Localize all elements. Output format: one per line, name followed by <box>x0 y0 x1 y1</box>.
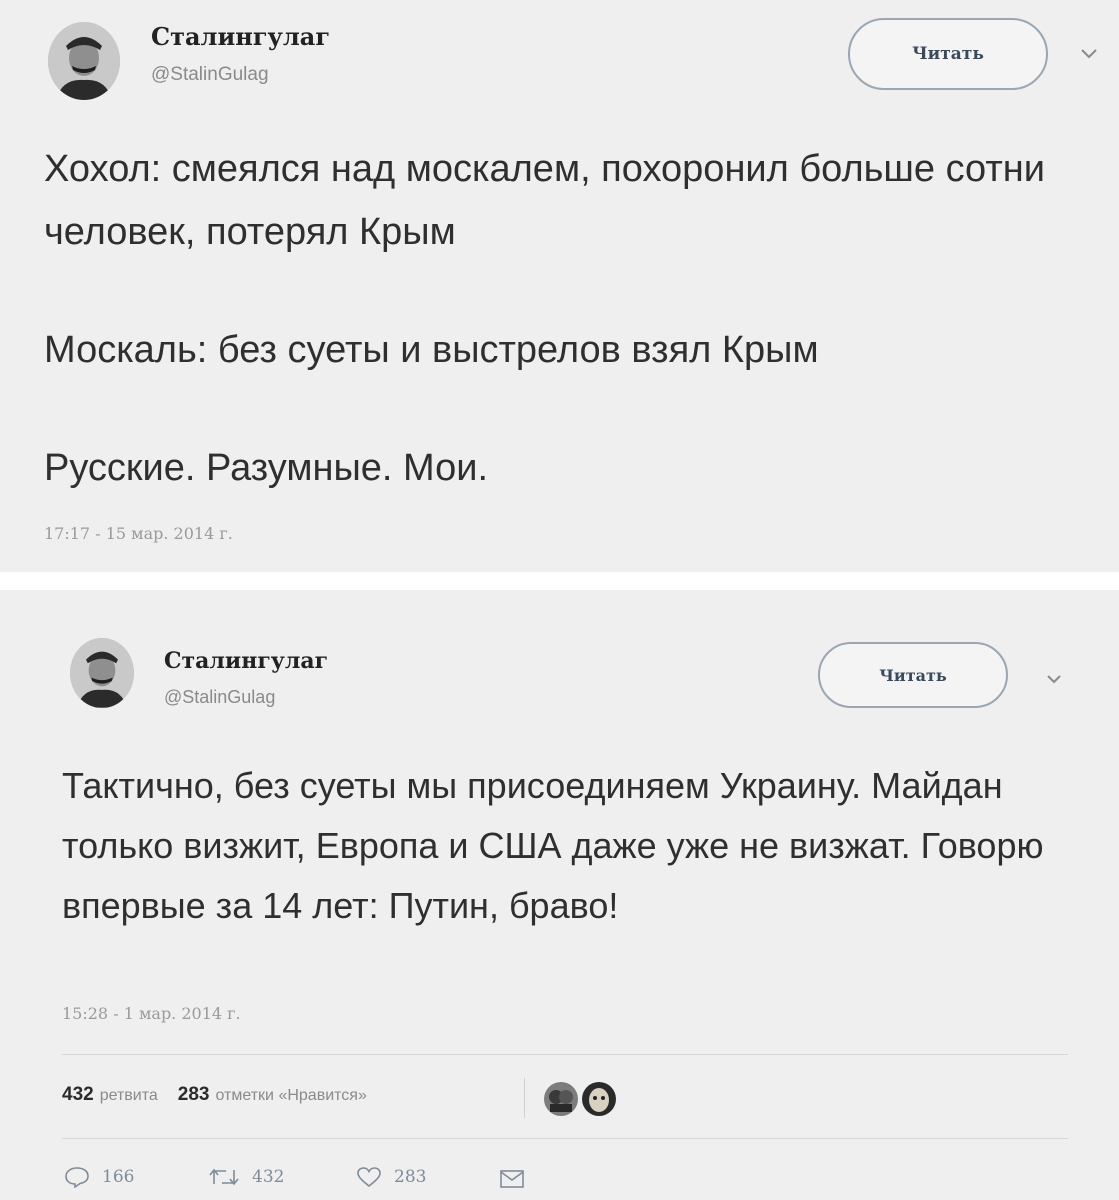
engagement-stats: 432 ретвита 283 отметки «Нравится» <box>62 1084 387 1106</box>
reply-icon <box>65 1167 89 1188</box>
retweet-action[interactable]: 432 <box>208 1166 284 1188</box>
tweet-card: Сталингулаг @StalinGulag Читать Хохол: с… <box>0 0 1119 572</box>
liker-avatar[interactable] <box>544 1082 578 1116</box>
tweet-paragraph: Русские. Разумные. Мои. <box>44 447 489 489</box>
reply-count: 166 <box>102 1167 135 1187</box>
tweet-paragraph: Москаль: без суеты и выстрелов взял Крым <box>44 329 819 371</box>
tweet-text: Тактично, без суеты мы присоединяем Укра… <box>62 756 1062 936</box>
like-count: 283 <box>394 1167 427 1187</box>
avatar[interactable] <box>70 638 134 708</box>
tweet-paragraph: Тактично, без суеты мы присоединяем Укра… <box>62 765 1044 926</box>
avatar[interactable] <box>48 22 120 100</box>
likes-count[interactable]: 283 <box>178 1084 210 1105</box>
retweets-count[interactable]: 432 <box>62 1084 94 1105</box>
divider <box>62 1138 1068 1139</box>
author-name[interactable]: Сталингулаг <box>151 22 330 51</box>
timestamp[interactable]: 15:28 - 1 мар. 2014 г. <box>62 1004 241 1023</box>
follow-button[interactable]: Читать <box>848 18 1048 90</box>
likes-label[interactable]: отметки «Нравится» <box>215 1087 366 1104</box>
dm-action[interactable] <box>500 1170 536 1188</box>
portrait-icon <box>70 638 134 708</box>
author-handle[interactable]: @StalinGulag <box>164 687 275 708</box>
chevron-down-icon[interactable] <box>1046 674 1062 684</box>
retweet-count: 432 <box>252 1167 285 1187</box>
divider <box>62 1054 1068 1055</box>
retweet-icon <box>209 1168 239 1186</box>
retweets-label[interactable]: ретвита <box>100 1087 158 1104</box>
heart-icon <box>357 1167 381 1188</box>
tweet-card: Сталингулаг @StalinGulag Читать Тактично… <box>0 590 1119 1200</box>
tweet-text: Хохол: смеялся над москалем, похоронил б… <box>44 138 1114 500</box>
portrait-icon <box>48 22 120 100</box>
timestamp[interactable]: 17:17 - 15 мар. 2014 г. <box>44 524 233 543</box>
envelope-icon <box>500 1170 524 1188</box>
like-action[interactable]: 283 <box>356 1166 426 1188</box>
author-handle[interactable]: @StalinGulag <box>151 64 269 86</box>
chevron-down-icon[interactable] <box>1080 48 1098 60</box>
follow-button[interactable]: Читать <box>818 642 1008 708</box>
liker-avatar[interactable] <box>582 1082 616 1116</box>
reply-action[interactable]: 166 <box>64 1166 134 1188</box>
author-name[interactable]: Сталингулаг <box>164 648 328 674</box>
tweet-paragraph: Хохол: смеялся над москалем, похоронил б… <box>44 148 1045 253</box>
divider <box>524 1078 525 1118</box>
